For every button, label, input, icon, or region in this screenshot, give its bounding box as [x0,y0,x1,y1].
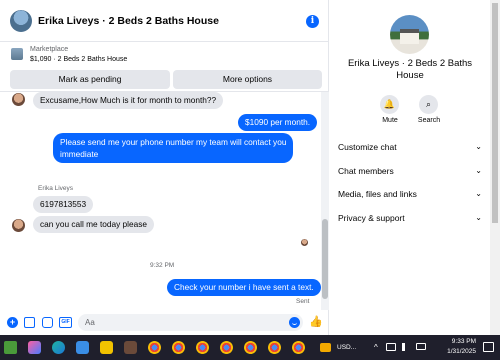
widgets-icon[interactable] [4,341,17,354]
sticker-icon[interactable] [42,317,53,328]
chevron-up-icon[interactable]: ^ [374,343,378,352]
customize-chat-section[interactable]: Customize chat ⌄ [338,140,486,154]
message-status: Sent [296,298,310,305]
chat-scrollbar[interactable] [321,92,329,310]
conversation-info-pane: Erika Liveys · 2 Beds 2 Baths House 🔔 Mu… [330,0,490,335]
chrome-icon[interactable] [292,341,305,354]
mark-as-pending-button[interactable]: Mark as pending [10,70,170,89]
media-files-links-section[interactable]: Media, files and links ⌄ [338,187,486,201]
message-list: Excusame,How Much is it for month to mon… [0,92,321,310]
page-scrollbar-thumb[interactable] [492,3,498,223]
volume-icon[interactable] [402,343,411,351]
sender-avatar[interactable] [12,93,25,106]
message-line: immediate [60,149,99,159]
message-timestamp: 9:32 PM [150,262,175,269]
section-label: Customize chat [338,142,397,152]
chat-pane: Erika Liveys · 2 Beds 2 Baths House i Ma… [0,0,329,335]
chrome-icon[interactable] [220,341,233,354]
conversation-name-line: House [396,70,424,81]
more-options-button[interactable]: More options [173,70,322,89]
chrome-icon[interactable] [148,341,161,354]
sender-name: Erika Liveys [38,185,74,192]
chrome-icon[interactable] [172,341,185,354]
chevron-down-icon: ⌄ [475,189,482,198]
chat-members-section[interactable]: Chat members ⌄ [338,164,486,178]
network-icon[interactable] [386,343,396,351]
chevron-down-icon: ⌄ [475,166,482,175]
copilot-icon[interactable] [28,341,41,354]
edge-browser-icon[interactable] [52,341,65,354]
taskbar-time[interactable]: 9:33 PM [442,338,476,345]
add-attachment-icon[interactable]: + [7,317,18,328]
chrome-icon[interactable] [196,341,209,354]
tray-label[interactable]: USD... [337,344,356,351]
bell-icon[interactable]: 🔔 [380,95,399,114]
chrome-icon[interactable] [268,341,281,354]
listing-price-title[interactable]: $1,090 · 2 Beds 2 Baths House [30,56,127,63]
windows-taskbar: USD... ^ 9:33 PM 1/31/2025 [0,335,500,360]
outgoing-message[interactable]: $1090 per month. [238,114,318,131]
sticky-notes-icon[interactable] [100,341,113,354]
section-label: Privacy & support [338,213,405,223]
message-composer: + GIF 👍 [0,310,329,335]
conversation-name[interactable]: Erika Liveys · 2 Beds 2 Baths House [340,58,480,82]
marketplace-label: Marketplace [30,46,69,53]
message-line: Please send me your phone number my team… [60,137,287,147]
search-icon[interactable]: ⌕ [419,95,438,114]
marketplace-banner: Marketplace $1,090 · 2 Beds 2 Baths Hous… [0,42,329,92]
taskbar-date[interactable]: 1/31/2025 [436,348,476,355]
outgoing-message[interactable]: Check your number i have sent a text. [167,279,321,296]
seen-receipt-avatar [301,239,308,246]
chat-scrollbar-thumb[interactable] [322,219,328,299]
conversation-name-line: Erika Liveys · 2 Beds 2 Baths [347,58,473,69]
chat-header: Erika Liveys · 2 Beds 2 Baths House i [0,0,329,42]
section-label: Media, files and links [338,189,417,199]
section-label: Chat members [338,166,394,176]
listing-thumbnail[interactable] [11,48,23,60]
page-scrollbar[interactable] [490,0,500,335]
message-input[interactable] [78,314,303,331]
conversation-title[interactable]: Erika Liveys · 2 Beds 2 Baths House [38,15,219,27]
emoji-icon[interactable] [289,317,300,328]
incoming-message[interactable]: can you call me today please [33,216,155,233]
store-icon[interactable] [76,341,89,354]
thumbs-up-icon[interactable]: 👍 [309,315,323,328]
gif-icon[interactable]: GIF [59,317,72,328]
incoming-message[interactable]: 6197813553 [33,196,94,213]
chevron-down-icon: ⌄ [475,142,482,151]
chevron-down-icon: ⌄ [475,213,482,222]
search-label: Search [417,117,441,124]
notifications-icon[interactable] [483,342,494,352]
info-icon[interactable]: i [306,15,319,28]
incoming-message[interactable]: Excusame,How Much is it for month to mon… [33,92,224,109]
currency-icon[interactable] [320,343,331,352]
privacy-support-section[interactable]: Privacy & support ⌄ [338,211,486,225]
mute-label: Mute [382,117,398,124]
photo-icon[interactable] [24,317,35,328]
chrome-icon[interactable] [244,341,257,354]
battery-icon[interactable] [416,343,426,350]
listing-avatar[interactable] [10,9,32,32]
sender-avatar[interactable] [12,219,25,232]
app-icon[interactable] [124,341,137,354]
listing-profile-picture[interactable] [390,15,429,54]
outgoing-message[interactable]: Please send me your phone number my team… [53,133,294,163]
